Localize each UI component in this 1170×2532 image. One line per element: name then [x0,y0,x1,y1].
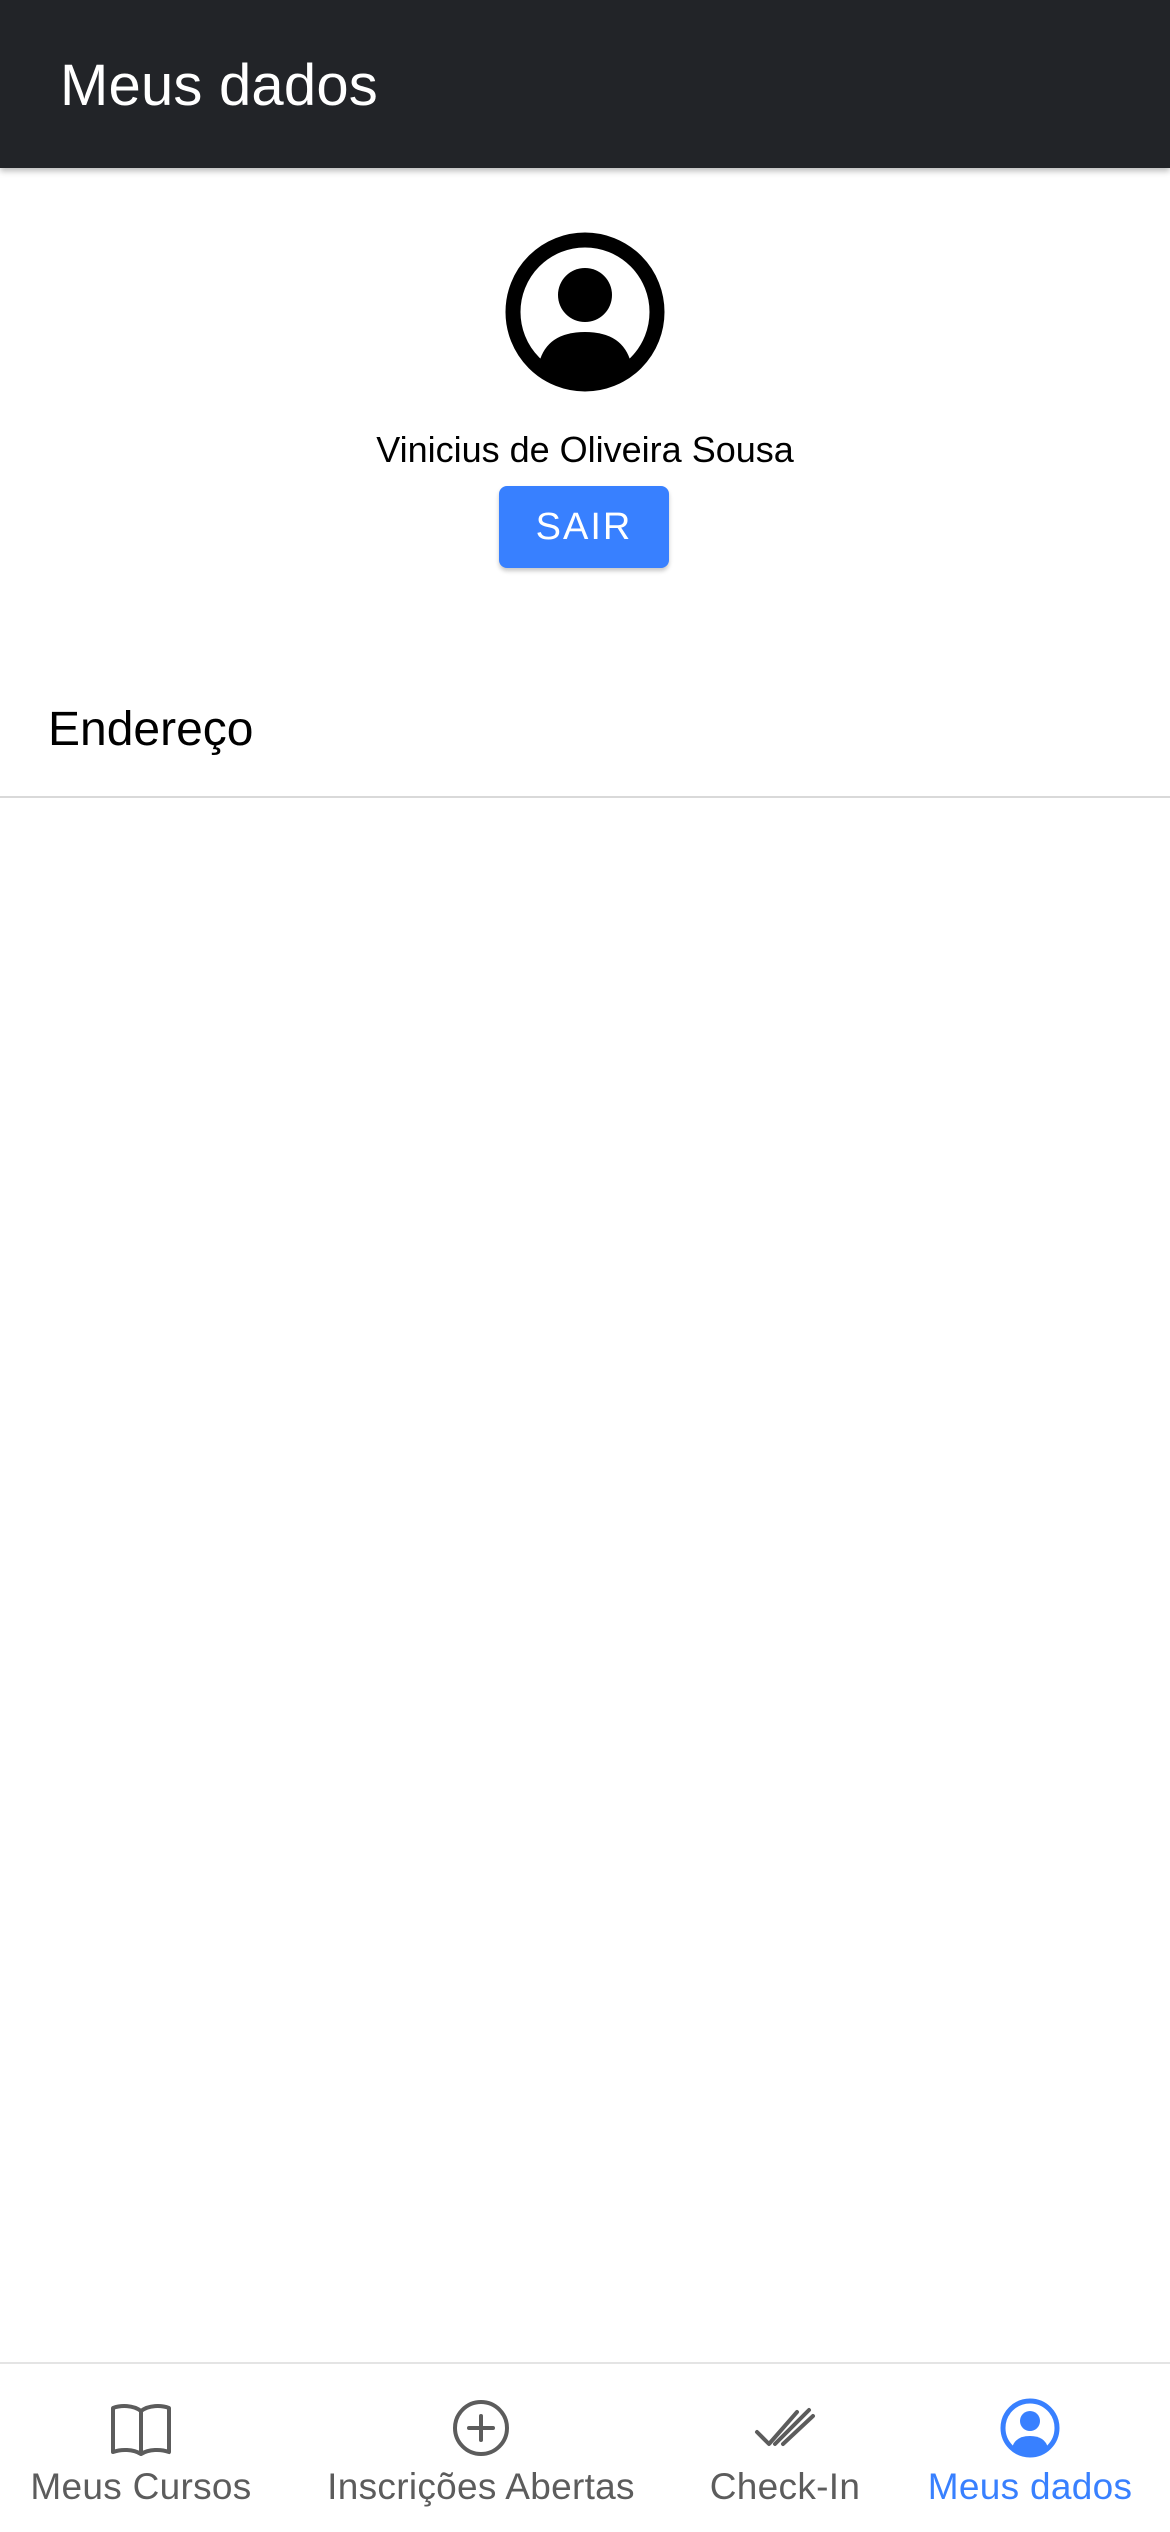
tab-label: Meus dados [927,2466,1133,2507]
section-label-address: Endereço [48,703,254,756]
tab-label: Check-In [709,2466,861,2507]
tab-inscricoes-abertas[interactable]: Inscrições Abertas [282,2364,680,2532]
tab-check-in[interactable]: Check-In [680,2364,890,2532]
profile-section: Vinicius de Oliveira Sousa SAIR [0,168,1170,648]
book-open-icon [109,2396,173,2460]
tab-meus-dados[interactable]: Meus dados [890,2364,1170,2532]
tab-meus-cursos[interactable]: Meus Cursos [0,2364,282,2532]
page-title: Meus dados [60,53,378,118]
tab-label: Inscrições Abertas [327,2466,635,2507]
app-header: Meus dados [0,0,1170,168]
add-circle-icon [449,2396,513,2460]
user-name: Vinicius de Oliveira Sousa [376,429,794,470]
tab-label: Meus Cursos [30,2466,252,2507]
double-check-icon [753,2396,817,2460]
bottom-tab-bar: Meus Cursos Inscrições Abertas Check-In … [0,2362,1170,2532]
person-circle-icon [998,2396,1062,2460]
logout-button[interactable]: SAIR [499,486,669,568]
address-section-item[interactable]: Endereço [0,668,1170,798]
person-circle-icon [505,232,665,392]
app-root: Meus dados Vinicius de Oliveira Sousa SA… [0,0,1170,2532]
